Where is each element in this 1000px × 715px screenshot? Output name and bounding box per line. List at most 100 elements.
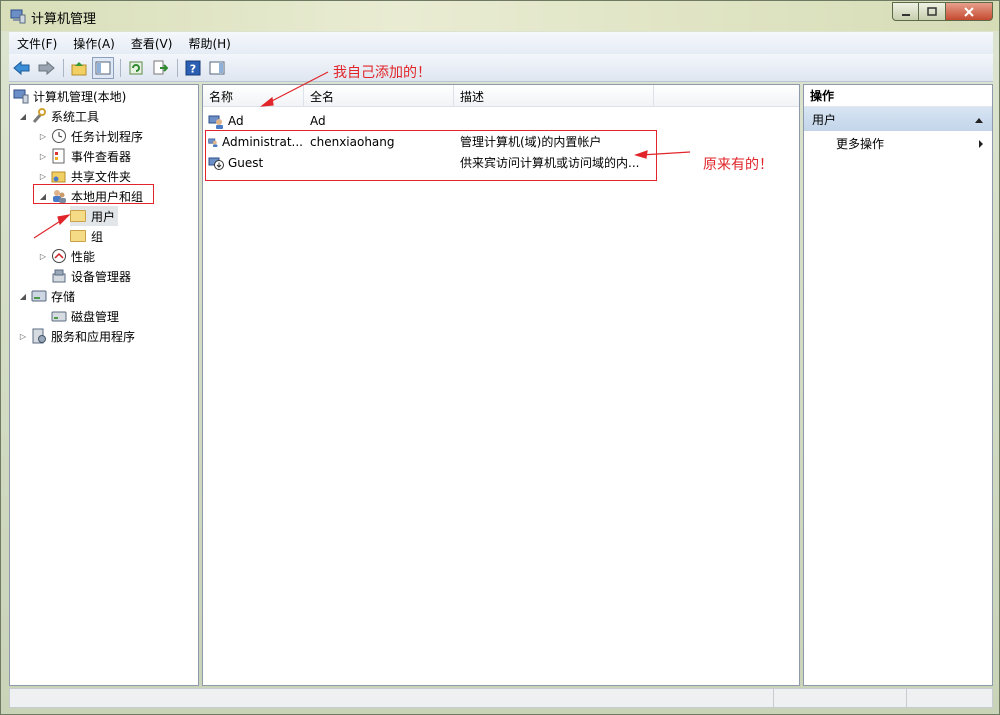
window-title: 计算机管理 <box>31 12 97 27</box>
tools-icon <box>32 108 46 123</box>
maximize-icon <box>927 6 937 16</box>
title-bar: 计算机管理 <box>1 1 999 31</box>
menu-action[interactable]: 操作(A) <box>65 35 123 52</box>
tree-label: 组 <box>91 229 104 244</box>
show-action-pane-icon <box>209 61 225 74</box>
list-item-user-ad[interactable]: Ad Ad <box>203 110 799 131</box>
triangle-up-icon <box>975 118 983 123</box>
tree-label: 磁盘管理 <box>71 309 120 324</box>
tree-label: 存储 <box>51 289 76 304</box>
tree-label: 计算机管理(本地) <box>33 89 127 104</box>
expand-arrow-icon[interactable]: ▷ <box>38 172 48 181</box>
computer-management-icon <box>13 89 29 104</box>
help-icon: ? <box>185 60 201 75</box>
expand-arrow-icon[interactable]: ▷ <box>18 332 28 341</box>
actions-pane-title: 操作 <box>804 85 992 107</box>
menu-file[interactable]: 文件(F) <box>9 35 65 52</box>
status-bar <box>9 688 993 708</box>
toolbar: ? <box>9 54 993 82</box>
minimize-icon <box>901 13 910 16</box>
console-tree: 计算机管理(本地) ◢ 系统工具 ▷ 任务计划程序 ▷ 事件查看器 ▷ 共享文件… <box>9 84 199 686</box>
clock-icon <box>52 129 66 143</box>
collapse-arrow-icon[interactable]: ◢ <box>18 112 28 121</box>
expand-arrow-icon[interactable]: ▷ <box>38 132 48 141</box>
minimize-button[interactable] <box>892 2 919 21</box>
tree-item-users[interactable]: 用户 <box>70 206 119 226</box>
device-manager-icon <box>52 269 66 283</box>
refresh-icon <box>129 61 143 74</box>
tree-item-performance[interactable]: ▷ 性能 <box>38 246 95 266</box>
close-icon <box>964 6 974 17</box>
show-tree-icon <box>95 61 111 74</box>
tree-item-system-tools[interactable]: ◢ 系统工具 <box>18 106 99 126</box>
tree-item-root[interactable]: 计算机管理(本地) <box>13 86 126 106</box>
up-folder-icon <box>71 61 87 75</box>
tree-item-task-scheduler[interactable]: ▷ 任务计划程序 <box>38 126 143 146</box>
toolbar-separator <box>120 58 121 77</box>
tree-item-disk-management[interactable]: 磁盘管理 <box>51 306 119 326</box>
computer-management-icon <box>10 9 26 24</box>
refresh-button[interactable] <box>125 57 147 79</box>
folder-icon <box>70 210 86 222</box>
performance-icon <box>52 249 66 263</box>
status-cell <box>773 689 906 707</box>
status-cell <box>906 689 992 707</box>
tree-label: 设备管理器 <box>71 269 132 284</box>
back-icon <box>13 60 30 75</box>
collapse-up-icon[interactable] <box>974 113 984 127</box>
storage-icon <box>31 290 47 302</box>
tree-label: 用户 <box>91 209 116 224</box>
export-list-button[interactable] <box>149 57 171 79</box>
column-header-name[interactable]: 名称 <box>203 85 304 107</box>
tree-item-services-apps[interactable]: ▷ 服务和应用程序 <box>18 326 135 346</box>
svg-text:?: ? <box>190 62 196 75</box>
expand-arrow-icon[interactable]: ▷ <box>38 152 48 161</box>
show-action-pane-button[interactable] <box>206 57 228 79</box>
shared-folder-icon <box>51 171 66 183</box>
column-header-full-name[interactable]: 全名 <box>304 85 454 107</box>
tree-label: 任务计划程序 <box>71 129 144 144</box>
annotation-added-text: 我自己添加的！ <box>333 65 431 81</box>
toolbar-separator <box>177 58 178 77</box>
tree-label: 共享文件夹 <box>71 169 132 184</box>
forward-icon <box>38 60 55 75</box>
event-viewer-icon <box>52 148 65 164</box>
tree-label: 事件查看器 <box>71 149 132 164</box>
menu-help[interactable]: 帮助(H) <box>180 35 238 52</box>
close-button[interactable] <box>946 2 993 21</box>
back-button[interactable] <box>11 57 33 79</box>
forward-button[interactable] <box>35 57 57 79</box>
column-header-description[interactable]: 描述 <box>454 85 654 107</box>
annotation-box-original-users <box>205 130 657 181</box>
tree-label: 服务和应用程序 <box>51 329 136 344</box>
actions-section-label: 用户 <box>812 112 837 127</box>
menu-view[interactable]: 查看(V) <box>123 35 181 52</box>
tree-label: 性能 <box>71 249 96 264</box>
services-icon <box>32 328 46 344</box>
tree-item-shared-folders[interactable]: ▷ 共享文件夹 <box>38 166 131 186</box>
tree-item-storage[interactable]: ◢ 存储 <box>18 286 75 306</box>
tree-item-groups[interactable]: 组 <box>70 226 103 246</box>
maximize-button[interactable] <box>919 2 946 21</box>
help-button[interactable]: ? <box>182 57 204 79</box>
actions-pane: 操作 用户 更多操作 <box>803 84 993 686</box>
show-tree-button[interactable] <box>92 56 114 79</box>
tree-item-event-viewer[interactable]: ▷ 事件查看器 <box>38 146 131 166</box>
annotation-original-text: 原来有的！ <box>703 157 773 173</box>
collapse-arrow-icon[interactable]: ◢ <box>18 292 28 301</box>
folder-icon <box>70 230 86 242</box>
user-full-name: Ad <box>310 113 326 128</box>
list-header: 名称 全名 描述 <box>203 85 799 107</box>
toolbar-separator <box>63 58 64 77</box>
tree-item-device-manager[interactable]: 设备管理器 <box>51 266 131 286</box>
user-name: Ad <box>228 113 244 128</box>
more-actions-item[interactable]: 更多操作 <box>836 135 884 152</box>
up-folder-button[interactable] <box>68 57 90 79</box>
expand-arrow-icon[interactable]: ▷ <box>38 252 48 261</box>
user-icon <box>208 115 223 129</box>
disk-icon <box>51 311 67 322</box>
computer-management-window: 计算机管理 文件(F) 操作(A) 查看(V) 帮助(H) ? 计算机管理(本地… <box>0 0 1000 715</box>
user-description <box>460 110 650 131</box>
submenu-arrow-icon <box>978 138 984 152</box>
actions-section-users[interactable]: 用户 <box>804 107 992 131</box>
